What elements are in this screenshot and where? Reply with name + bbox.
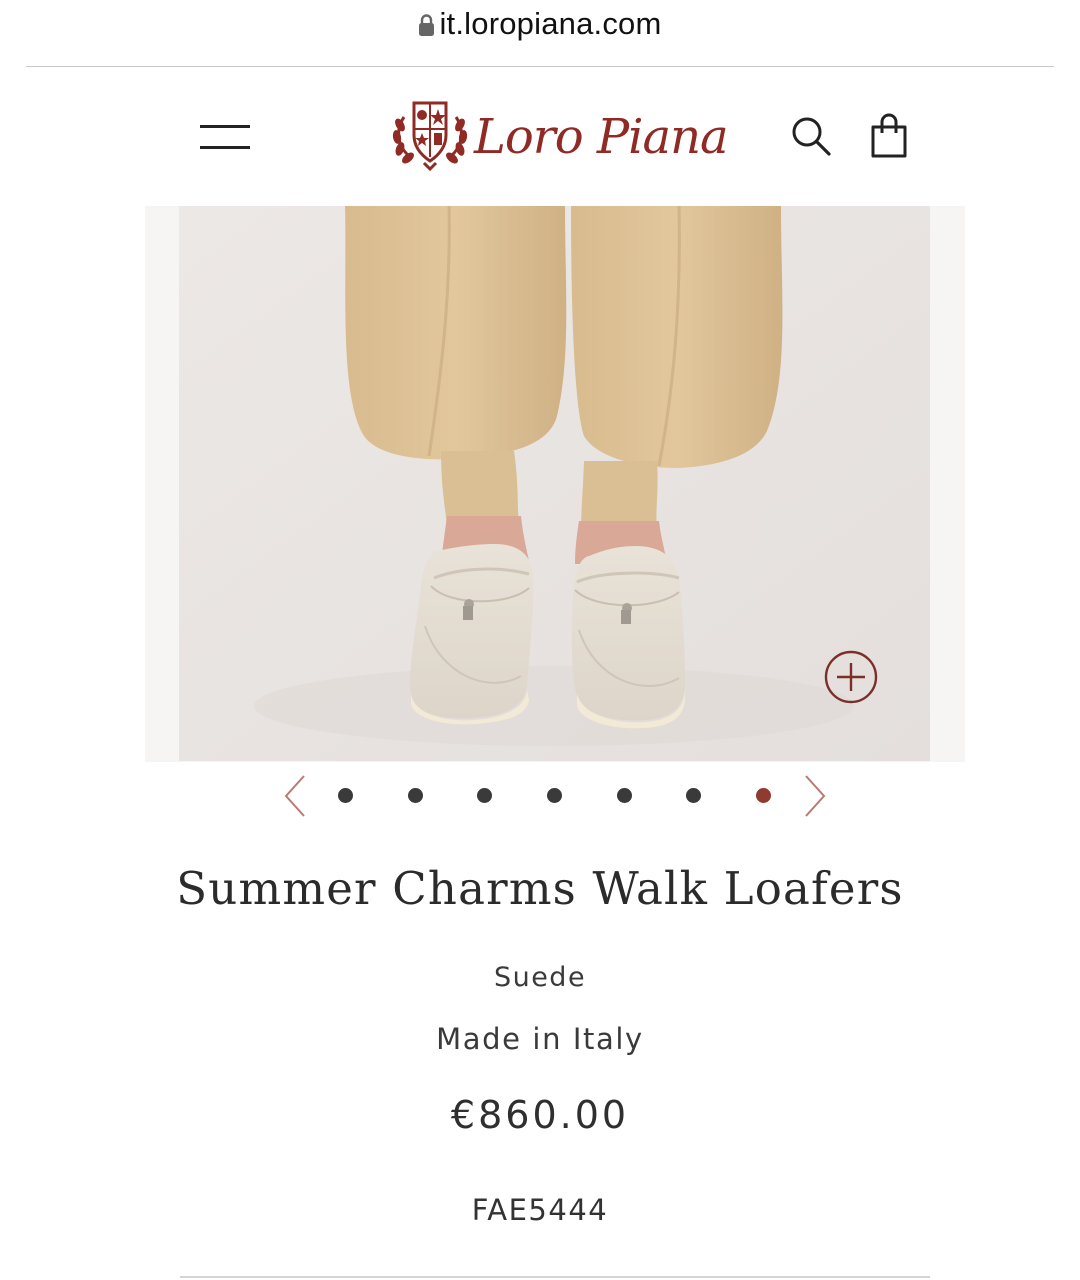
brand-logo[interactable]: Loro Piana [390, 95, 729, 175]
zoom-button[interactable] [824, 650, 878, 704]
chevron-right-icon [805, 775, 826, 817]
brand-wordmark: Loro Piana [474, 109, 729, 165]
product-title: Summer Charms Walk Loafers [176, 862, 904, 915]
carousel-prev-button[interactable] [280, 772, 310, 820]
carousel-dot-2[interactable] [408, 788, 423, 803]
product-page: it.loropiana.com Loro Piana Summer Charm… [0, 0, 1080, 1280]
image-carousel-controls [280, 772, 830, 820]
chevron-left-icon [284, 775, 305, 817]
carousel-dot-6[interactable] [686, 788, 701, 803]
section-divider [180, 1276, 930, 1278]
url-text: it.loropiana.com [439, 6, 662, 41]
hamburger-menu-icon[interactable] [200, 123, 250, 151]
carousel-dot-5[interactable] [617, 788, 632, 803]
lock-icon [418, 13, 435, 37]
product-image[interactable] [179, 206, 930, 761]
carousel-next-button[interactable] [800, 772, 830, 820]
site-header: Loro Piana [0, 67, 1080, 207]
search-icon[interactable] [790, 115, 832, 157]
carousel-dot-3[interactable] [477, 788, 492, 803]
product-origin: Made in Italy [436, 1022, 644, 1056]
carousel-dot-1[interactable] [338, 788, 353, 803]
brand-crest-icon [392, 101, 468, 172]
product-material: Suede [493, 962, 587, 993]
shopping-bag-icon[interactable] [868, 113, 910, 159]
plus-circle-icon [824, 650, 878, 704]
carousel-dot-7-active[interactable] [756, 788, 771, 803]
product-price: €860.00 [450, 1093, 630, 1137]
product-sku: FAE5444 [471, 1193, 609, 1227]
carousel-dot-4[interactable] [547, 788, 562, 803]
browser-url-bar[interactable]: it.loropiana.com [0, 0, 1080, 48]
